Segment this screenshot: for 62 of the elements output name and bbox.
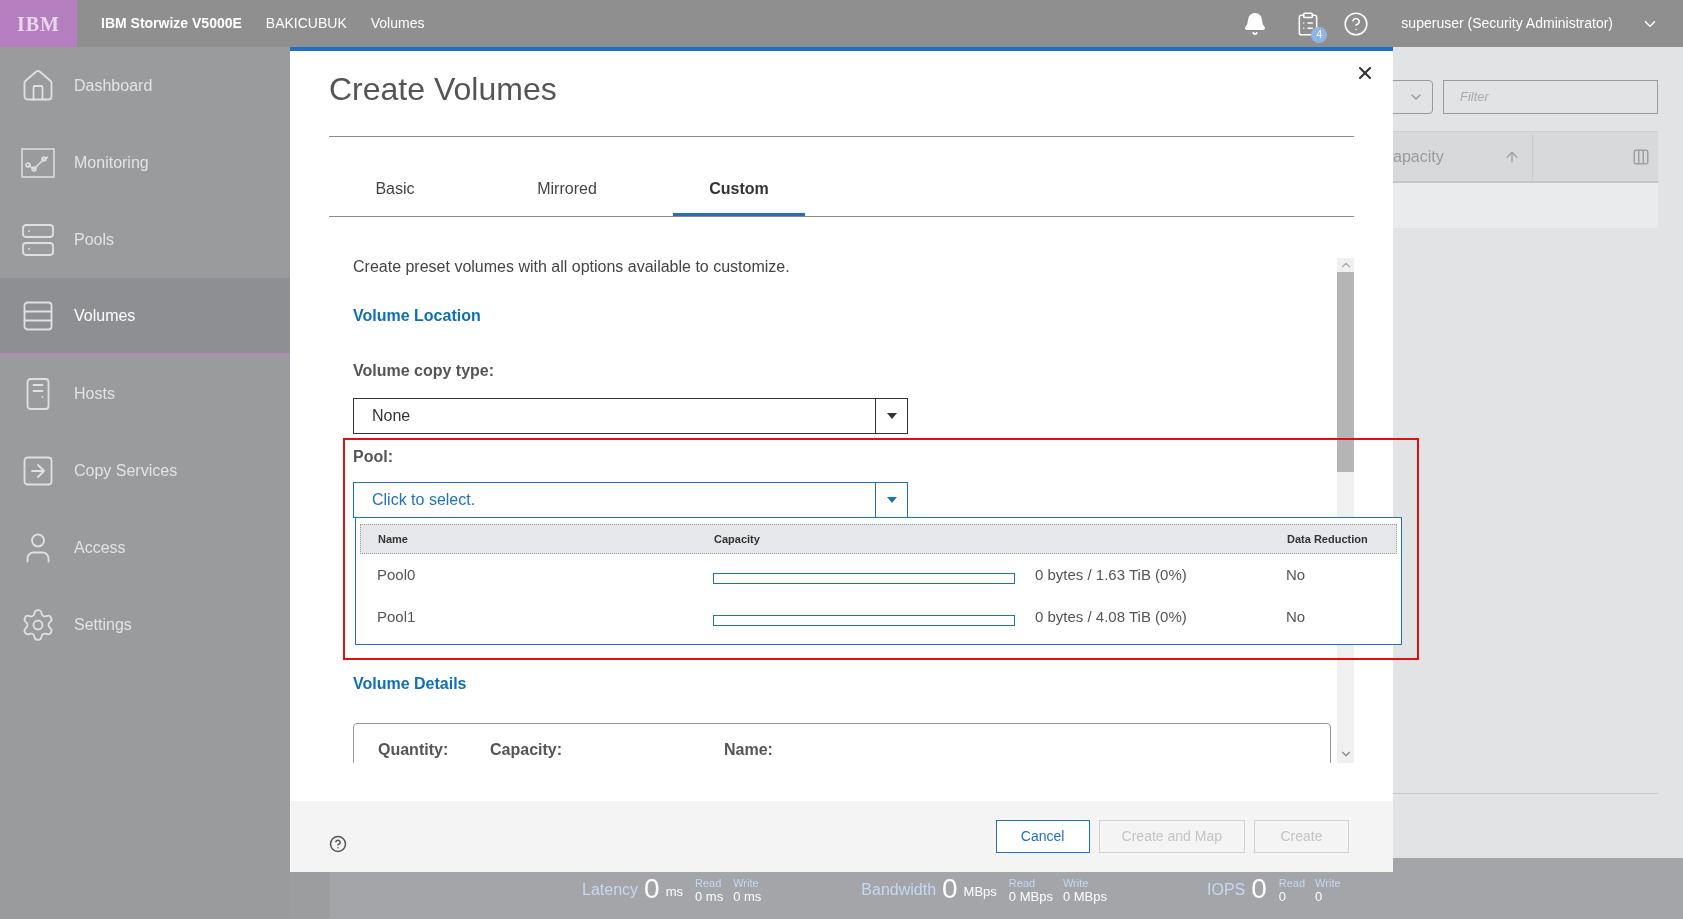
read-value: 0 MBps [1008, 888, 1053, 904]
tab[interactable]: Custom [673, 165, 805, 216]
caret-icon [886, 497, 897, 503]
caret-icon [886, 413, 897, 419]
sidebar-item[interactable]: Copy Services [0, 432, 290, 509]
filter-field[interactable]: Filter [1443, 80, 1658, 114]
column-header: Data Reduction [1287, 531, 1368, 547]
sidebar-item[interactable]: Volumes [0, 278, 290, 355]
breadcrumb[interactable]: Volumes [370, 0, 425, 47]
sidebar-item[interactable]: Pools [0, 201, 290, 278]
server-icon [20, 221, 56, 258]
sidebar-item[interactable]: Dashboard [0, 47, 290, 124]
write-label: Write [1062, 876, 1090, 889]
metric-label: IOPS [1207, 879, 1246, 900]
column-header: Capacity [714, 531, 761, 547]
column-label: Name: [724, 740, 773, 760]
read-label: Read [1278, 876, 1306, 889]
column-label: Quantity: [378, 740, 450, 760]
dialog-title: Create Volumes [329, 70, 557, 109]
notification-icon[interactable] [1243, 11, 1268, 36]
tab[interactable]: Mirrored [501, 165, 633, 216]
write-value: 0 [1315, 888, 1324, 904]
column-header: Name [377, 531, 409, 547]
write-label: Write [1315, 876, 1341, 889]
write-value: 0 ms [733, 888, 762, 904]
write-value: 0 MBps [1062, 888, 1107, 904]
sidebar-item[interactable]: Hosts [0, 355, 290, 432]
column-header[interactable]: apacity [1393, 144, 1444, 169]
metric-value: 0 [942, 873, 958, 904]
sidebar-item[interactable]: Monitoring [0, 124, 290, 201]
write-label: Write [733, 876, 760, 889]
product-name: IBM Storwize V5000E [101, 14, 242, 33]
pool-option[interactable]: Pool1 0 bytes / 4.08 TiB (0%) No [360, 596, 1397, 638]
dialog-button[interactable]: Cancel [995, 820, 1090, 853]
section-title: Volume Location [353, 306, 481, 326]
read-label: Read [1008, 876, 1037, 889]
read-value: 0 [1278, 888, 1288, 904]
tab[interactable]: Basic [329, 165, 461, 216]
metric-label: Bandwidth [861, 879, 937, 900]
field-label: Volume copy type: [353, 361, 495, 381]
read-label: Read [694, 876, 723, 889]
columns-icon[interactable] [1632, 147, 1650, 166]
description: Create preset volumes with all options available to customize. [353, 257, 790, 277]
field-label: Pool: [353, 447, 393, 467]
metric-unit: ms [665, 883, 683, 901]
system-name[interactable]: BAKICUBUK [265, 13, 347, 34]
user-menu[interactable]: superuser (Security Administrator) [1401, 13, 1613, 34]
section-title: Volume Details [353, 674, 467, 694]
column-label: Capacity: [490, 740, 564, 760]
help-icon[interactable] [1343, 10, 1370, 37]
metric-value: 0 [644, 873, 660, 904]
read-value: 0 ms [694, 888, 724, 904]
help-icon[interactable] [329, 834, 347, 853]
sidebar-item[interactable]: Settings [0, 586, 290, 663]
metric-label: Latency [582, 879, 639, 900]
sidebar-item[interactable]: Access [0, 509, 290, 586]
logo[interactable]: IBM [0, 0, 77, 47]
pool-option[interactable]: Pool0 0 bytes / 1.63 TiB (0%) No [360, 554, 1397, 596]
copy-type-select[interactable]: None [353, 398, 908, 434]
task-count-badge: 4 [1311, 26, 1328, 43]
metric-unit: MBps [963, 883, 997, 901]
metric-value: 0 [1251, 873, 1267, 904]
